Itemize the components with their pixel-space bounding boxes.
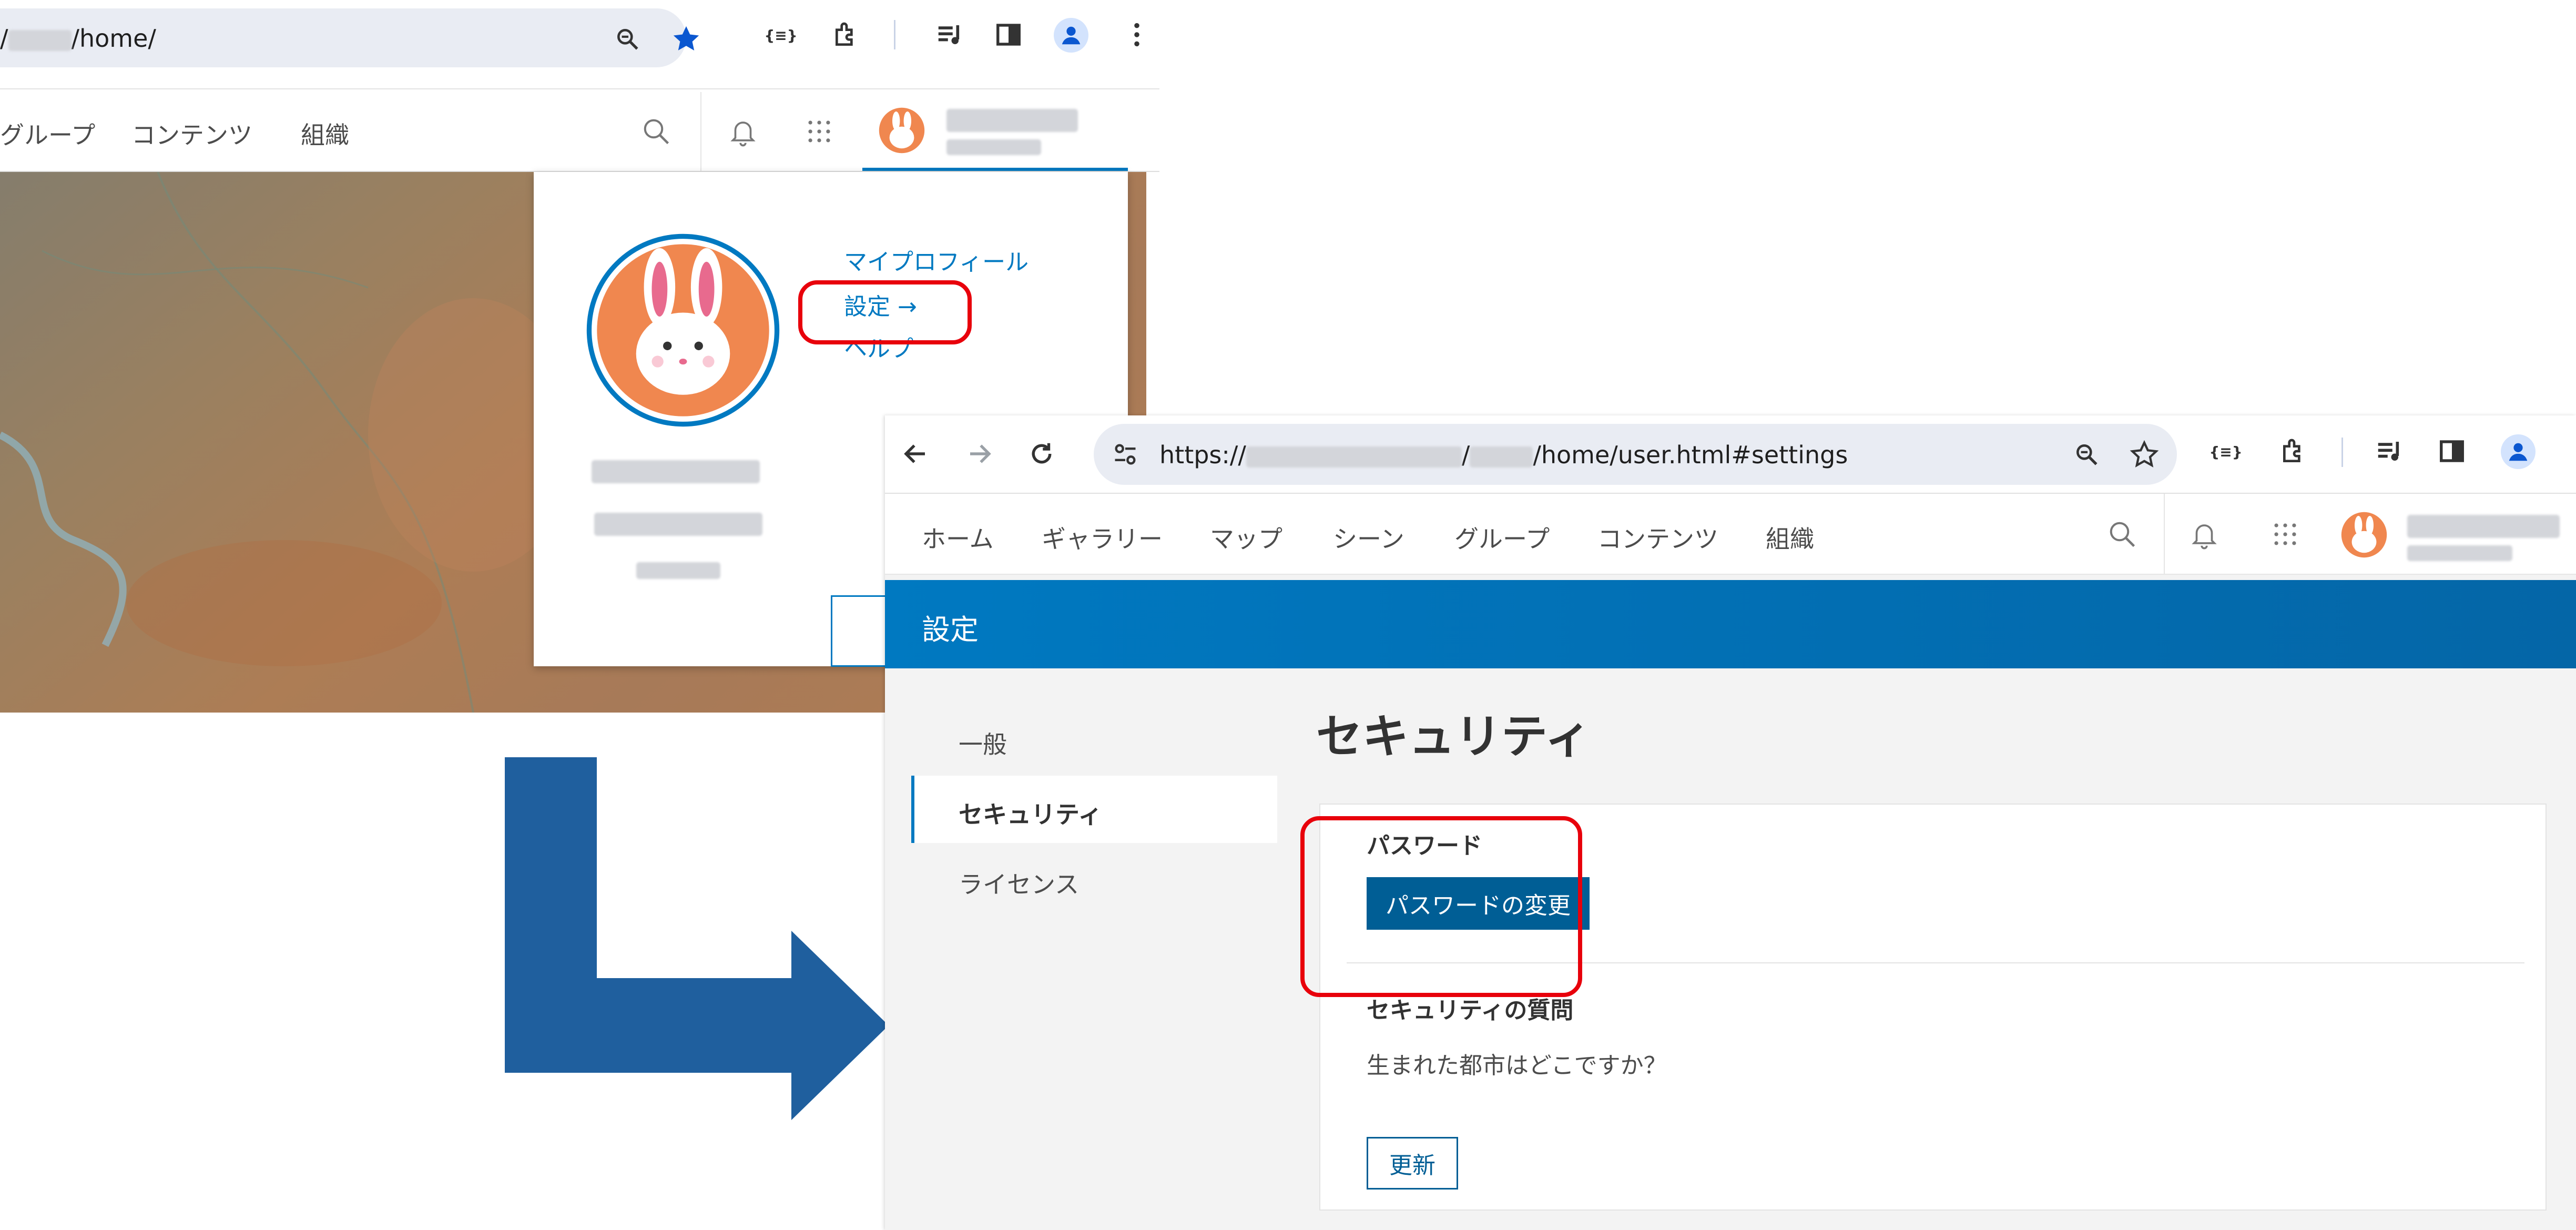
url-prefix: /: [0, 24, 8, 53]
profile-avatar-icon[interactable]: [2501, 434, 2536, 469]
redacted-host: [1246, 446, 1462, 467]
media-queue-icon[interactable]: [933, 19, 965, 50]
user-avatar-large: [585, 232, 781, 428]
user-avatar-small: [878, 107, 925, 154]
nav-item-content[interactable]: コンテンツ: [131, 116, 252, 151]
nav-item-gallery[interactable]: ギャラリー: [1042, 520, 1163, 555]
nav-item-groups[interactable]: グループ: [0, 116, 95, 151]
password-highlight-box: [1300, 816, 1582, 997]
toolbar-divider: [894, 20, 895, 49]
redacted-role: [636, 562, 720, 579]
nav-item-home[interactable]: ホーム: [922, 520, 994, 555]
settings-banner: 設定: [885, 580, 2576, 668]
puzzle-icon[interactable]: [831, 19, 862, 50]
menu-kebab-icon[interactable]: [1125, 19, 1148, 50]
app-launcher-grid-icon[interactable]: [802, 114, 837, 149]
user-avatar-small[interactable]: [2339, 510, 2389, 560]
extension-braces-icon[interactable]: {≡}: [2209, 439, 2242, 465]
redacted-user-name: [946, 109, 1078, 132]
sidebar-item-label: 一般: [959, 730, 1007, 759]
sidebar-item-label: セキュリティ: [959, 800, 1103, 829]
side-panel-icon[interactable]: [993, 19, 1024, 50]
profile-avatar-icon[interactable]: [1054, 18, 1088, 53]
toolbar-divider: [2341, 438, 2343, 467]
redacted-host: [8, 29, 72, 51]
user-menu-trigger[interactable]: [862, 92, 1128, 171]
redacted-full-name: [592, 460, 760, 483]
nav-item-scene[interactable]: シーン: [1333, 520, 1404, 555]
address-bar-top[interactable]: / /home/: [0, 8, 699, 67]
toolbar-separator: [0, 88, 1159, 89]
url-suffix: /home/: [71, 24, 156, 53]
bottom-browser-window: https:// / /home/user.html#settings {≡} ホー…: [885, 415, 2576, 1230]
update-question-button[interactable]: 更新: [1367, 1137, 1458, 1190]
sidebar-item-label: ライセンス: [959, 870, 1080, 899]
redacted-user-id: [946, 139, 1041, 155]
nav-item-organization[interactable]: 組織: [1766, 520, 1814, 555]
page-title: セキュリティ: [1316, 709, 1591, 764]
redacted-portal: [1470, 446, 1533, 467]
url-sep: /: [1461, 441, 1470, 469]
nav-divider: [700, 92, 701, 171]
security-question-text: 生まれた都市はどこですか？: [1367, 1052, 1667, 1079]
nav-item-content[interactable]: コンテンツ: [1597, 520, 1718, 555]
top-nav-bar: グループ コンテンツ 組織: [0, 92, 1159, 172]
zoom-icon[interactable]: [2072, 440, 2101, 469]
bookmark-star-icon[interactable]: [2129, 439, 2160, 470]
bookmark-star-icon[interactable]: [670, 23, 702, 55]
side-panel-icon[interactable]: [2436, 435, 2468, 467]
flow-arrow: [505, 757, 889, 1120]
redacted-user-id: [2407, 545, 2512, 561]
my-profile-link[interactable]: マイプロフィール: [844, 243, 1029, 277]
sidebar-item-general[interactable]: 一般: [911, 706, 1274, 773]
back-arrow-icon[interactable]: [898, 436, 933, 471]
extension-braces-icon[interactable]: {≡}: [764, 22, 797, 48]
url-scheme: https://: [1159, 441, 1246, 469]
notifications-bell-icon[interactable]: [726, 114, 760, 149]
url-text-top: / /home/: [0, 24, 156, 53]
zoom-icon[interactable]: [613, 24, 642, 54]
nav-item-map[interactable]: マップ: [1210, 520, 1282, 555]
browser-toolbar: https:// / /home/user.html#settings {≡}: [885, 415, 2576, 494]
reload-icon[interactable]: [1024, 436, 1059, 471]
nav-item-organization[interactable]: 組織: [301, 116, 349, 151]
site-info-tune-icon[interactable]: [1109, 439, 1141, 470]
search-icon[interactable]: [639, 114, 674, 149]
portal-nav-bar: ホーム ギャラリー マップ シーン グループ コンテンツ 組織: [885, 494, 2576, 575]
url-path: /home/user.html#settings: [1533, 441, 1848, 469]
sidebar-item-license[interactable]: ライセンス: [911, 846, 1274, 913]
redacted-username: [594, 513, 762, 536]
media-queue-icon[interactable]: [2373, 435, 2405, 467]
app-launcher-grid-icon[interactable]: [2268, 517, 2303, 552]
banner-title: 設定: [922, 613, 979, 646]
nav-divider: [2164, 494, 2165, 574]
notifications-bell-icon[interactable]: [2187, 517, 2222, 552]
forward-arrow-icon[interactable]: [962, 436, 997, 471]
settings-highlight-box: [798, 280, 972, 344]
nav-item-groups[interactable]: グループ: [1454, 520, 1550, 555]
url-text: https:// / /home/user.html#settings: [1159, 441, 1848, 469]
address-bar[interactable]: https:// / /home/user.html#settings: [1094, 424, 2177, 485]
sidebar-item-security[interactable]: セキュリティ: [911, 776, 1277, 843]
search-icon[interactable]: [2105, 517, 2140, 552]
puzzle-icon[interactable]: [2278, 435, 2310, 467]
redacted-user-name: [2407, 515, 2560, 538]
